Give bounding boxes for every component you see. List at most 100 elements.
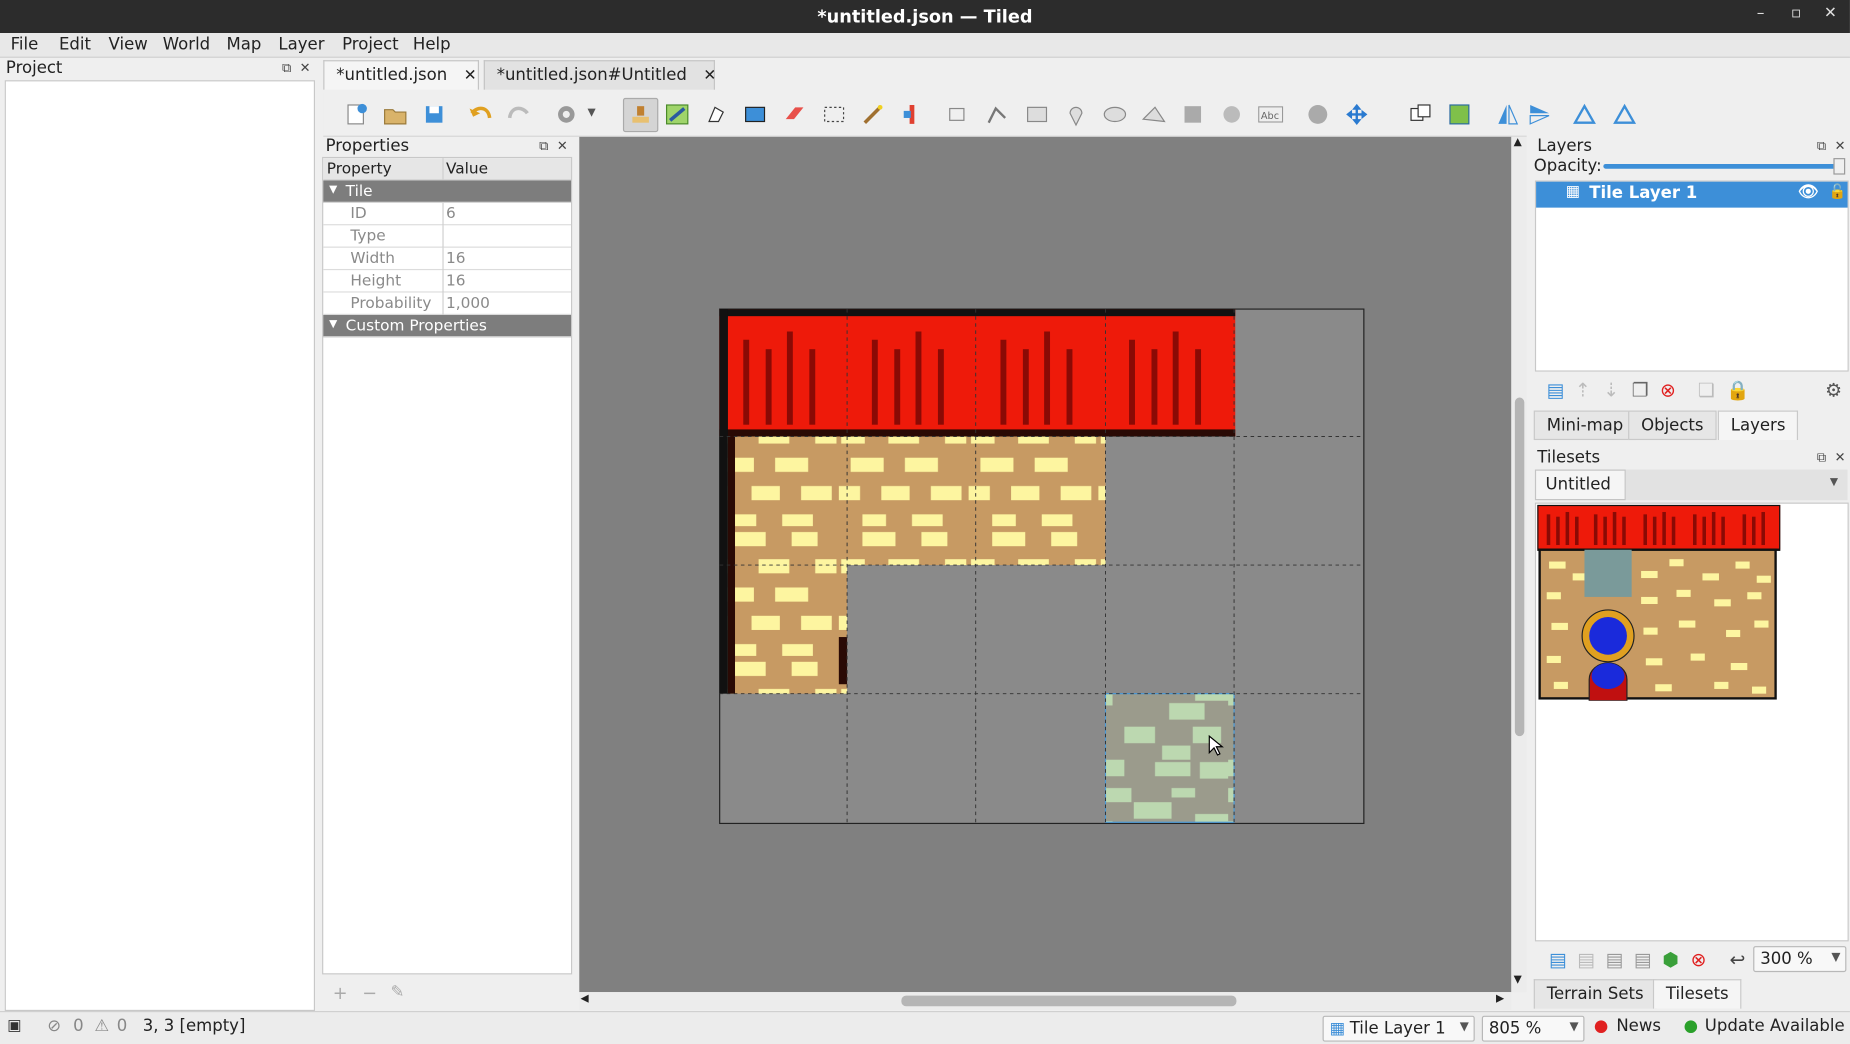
vertical-scrollbar[interactable]: ▲ ▼ — [1511, 136, 1527, 993]
random-mode-icon[interactable] — [1408, 101, 1434, 127]
map-canvas[interactable] — [579, 136, 1512, 993]
tileset-view[interactable] — [1534, 502, 1849, 942]
tab-untitled-json[interactable]: *untitled.json ✕ — [323, 60, 479, 90]
news-icon[interactable]: ● — [1594, 1017, 1608, 1036]
layer-options-icon[interactable]: ⚙ — [1825, 379, 1842, 401]
float-icon[interactable]: ⧉ — [1817, 449, 1826, 466]
menu-view[interactable]: View — [109, 35, 148, 54]
group-custom-properties[interactable]: ▼ Custom Properties — [323, 314, 572, 338]
horizontal-scrollbar-thumb[interactable] — [901, 995, 1237, 1007]
layer-select[interactable]: ▦ Tile Layer 1 ▼ — [1322, 1015, 1475, 1042]
move-icon[interactable] — [1344, 101, 1370, 127]
eraser-icon[interactable] — [781, 101, 807, 127]
bucket-fill-icon[interactable] — [742, 101, 768, 127]
property-row-width[interactable]: Width 16 — [323, 247, 572, 271]
flip-vertical-icon[interactable] — [1527, 101, 1553, 127]
menu-help[interactable]: Help — [413, 35, 451, 54]
world-tool-icon[interactable] — [1305, 101, 1331, 127]
insert-polygon-icon[interactable] — [1141, 101, 1167, 127]
menu-world[interactable]: World — [163, 35, 210, 54]
raise-layer-icon[interactable]: ⇡ — [1575, 379, 1591, 401]
magic-wand-icon[interactable] — [860, 101, 886, 127]
float-icon[interactable]: ⧉ — [1817, 138, 1826, 155]
tab-minimap[interactable]: Mini-map — [1533, 410, 1637, 441]
float-icon[interactable]: ⧉ — [282, 60, 291, 77]
eye-icon[interactable]: 👁 — [1798, 183, 1819, 202]
tileset-properties-icon[interactable]: ⬢ — [1662, 948, 1678, 970]
collapse-icon[interactable]: ▼ — [329, 319, 337, 331]
vertical-scrollbar-thumb[interactable] — [1514, 397, 1525, 737]
tab-untitled-tileset[interactable]: *untitled.json#Untitled ✕ — [483, 60, 716, 90]
scroll-up-icon[interactable]: ▲ — [1514, 137, 1522, 149]
terrain-brush-icon[interactable] — [664, 101, 690, 127]
remove-tileset-icon[interactable]: ⊗ — [1691, 948, 1707, 970]
new-layer-icon[interactable]: ▤ — [1547, 379, 1565, 401]
embed-tileset-icon[interactable]: ▤ — [1577, 948, 1595, 970]
rotate-left-icon[interactable] — [1571, 101, 1597, 127]
duplicate-layer-icon[interactable]: ❐ — [1632, 379, 1649, 401]
layer-list[interactable]: ▦ Tile Layer 1 👁 🔓 — [1534, 180, 1849, 372]
tab-objects[interactable]: Objects — [1628, 410, 1717, 441]
close-icon[interactable]: ✕ — [300, 60, 311, 75]
update-available-button[interactable]: Update Available — [1705, 1017, 1845, 1036]
property-row-id[interactable]: ID 6 — [323, 202, 572, 226]
update-icon[interactable]: ● — [1684, 1017, 1698, 1036]
rename-property-button[interactable]: ✎ — [391, 983, 405, 1002]
property-row-type[interactable]: Type — [323, 225, 572, 248]
tileset-image[interactable] — [1537, 504, 1781, 701]
lower-layer-icon[interactable]: ⇣ — [1603, 379, 1619, 401]
insert-ellipse-icon[interactable] — [1102, 101, 1128, 127]
chevron-down-icon[interactable]: ▼ — [588, 107, 596, 119]
tileset-zoom-select[interactable]: 300 % ▼ — [1753, 946, 1847, 973]
menu-file[interactable]: File — [11, 35, 39, 54]
lock-icon[interactable]: 🔓 — [1829, 183, 1847, 200]
property-row-height[interactable]: Height 16 — [323, 270, 572, 293]
scroll-left-icon[interactable]: ◀ — [580, 993, 588, 1005]
zoom-select[interactable]: 805 % ▼ — [1481, 1015, 1585, 1042]
close-window-button[interactable]: ✕ — [1824, 5, 1837, 23]
opacity-slider[interactable] — [1603, 163, 1840, 169]
restore-button[interactable]: ▫ — [1791, 5, 1801, 23]
new-file-icon[interactable] — [343, 101, 369, 127]
menu-layer[interactable]: Layer — [278, 35, 324, 54]
open-file-icon[interactable] — [382, 101, 408, 127]
menu-project[interactable]: Project — [342, 35, 399, 54]
merge-layer-icon[interactable]: ❏ — [1698, 379, 1715, 401]
console-icon[interactable]: ▣ — [7, 1017, 22, 1035]
horizontal-scrollbar[interactable]: ◀ ▶ — [579, 992, 1512, 1010]
stamp-brush-icon[interactable] — [622, 97, 659, 133]
select-objects-icon[interactable] — [945, 101, 971, 127]
close-icon[interactable]: ✕ — [464, 67, 477, 85]
close-icon[interactable]: ✕ — [1835, 449, 1846, 464]
property-row-probability[interactable]: Probability 1,000 — [323, 292, 572, 315]
insert-point-icon[interactable] — [1063, 101, 1089, 127]
float-icon[interactable]: ⧉ — [539, 138, 548, 155]
select-same-tile-icon[interactable] — [899, 101, 925, 127]
lock-layer-icon[interactable]: 🔒 — [1726, 379, 1750, 401]
tileset-tab[interactable]: Untitled — [1534, 469, 1626, 501]
tab-terrain-sets[interactable]: Terrain Sets — [1533, 979, 1657, 1009]
gear-icon[interactable] — [553, 101, 579, 127]
collapse-icon[interactable]: ▼ — [329, 184, 337, 196]
menu-edit[interactable]: Edit — [59, 35, 91, 54]
add-property-button[interactable]: + — [333, 983, 348, 1004]
insert-rectangle-icon[interactable] — [1024, 101, 1050, 127]
new-tileset-icon[interactable]: ▤ — [1549, 948, 1567, 970]
edit-polygons-icon[interactable] — [984, 101, 1010, 127]
group-tile[interactable]: ▼ Tile — [323, 180, 572, 203]
flip-horizontal-icon[interactable] — [1495, 101, 1521, 127]
remove-property-button[interactable]: − — [362, 983, 377, 1004]
menu-map[interactable]: Map — [227, 35, 262, 54]
close-icon[interactable]: ✕ — [557, 138, 568, 153]
undo-icon[interactable] — [467, 101, 493, 127]
warning-icon[interactable]: ⚠ — [94, 1017, 109, 1036]
wang-brush-icon[interactable] — [703, 101, 729, 127]
save-icon[interactable] — [421, 101, 447, 127]
chevron-down-icon[interactable]: ▼ — [1830, 477, 1838, 489]
error-icon[interactable]: ⊘ — [47, 1017, 61, 1036]
news-button[interactable]: News — [1616, 1017, 1661, 1036]
dynamic-wrap-icon[interactable]: ↩ — [1730, 948, 1746, 970]
layer-row[interactable]: ▦ Tile Layer 1 👁 🔓 — [1536, 181, 1848, 208]
map-view[interactable] — [579, 137, 1511, 992]
remove-layer-icon[interactable]: ⊗ — [1660, 379, 1676, 401]
